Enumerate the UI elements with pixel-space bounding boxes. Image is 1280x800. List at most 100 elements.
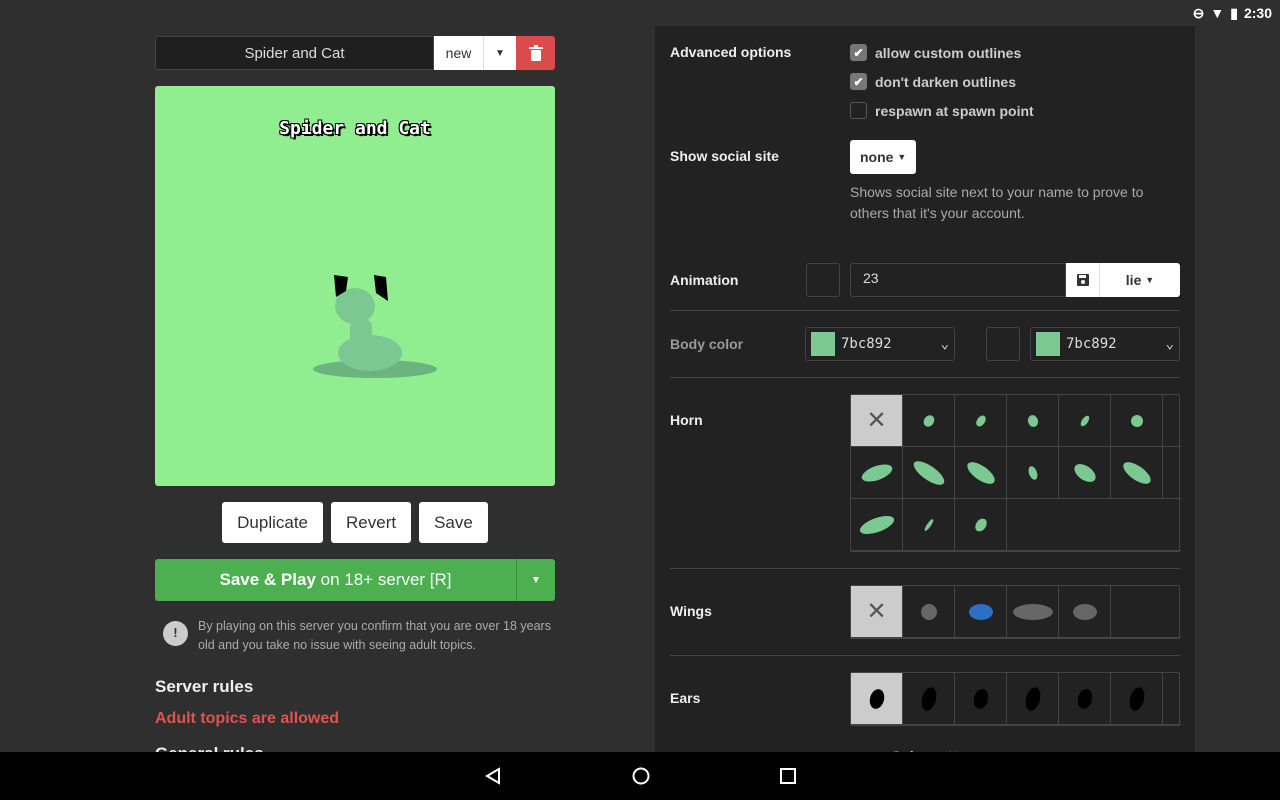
- ears-thumbnail: [973, 688, 988, 709]
- animation-input[interactable]: 23: [850, 263, 1066, 297]
- social-site-help: Shows social site next to your name to p…: [850, 184, 1144, 221]
- horn-thumbnail: [1027, 414, 1038, 427]
- horn-thumbnail: [974, 518, 987, 531]
- checkbox[interactable]: [850, 102, 867, 119]
- wings-option[interactable]: [903, 586, 955, 638]
- horn-option[interactable]: [903, 499, 955, 551]
- horn-option[interactable]: [851, 447, 903, 499]
- outline-toggle[interactable]: [986, 327, 1020, 361]
- horn-thumbnail: [1130, 414, 1143, 427]
- back-icon[interactable]: [484, 767, 502, 785]
- horn-option[interactable]: [903, 395, 955, 447]
- server-dropdown-button[interactable]: ▼: [516, 559, 555, 601]
- wifi-icon: ▼: [1210, 5, 1225, 21]
- pony-preview: Spider and Cat: [155, 86, 555, 486]
- horn-thumbnail: [861, 463, 892, 482]
- social-site-value: none: [860, 149, 894, 165]
- option-checkbox[interactable]: ✔ allow custom outlines: [850, 38, 1034, 67]
- empty-cell: [1111, 586, 1163, 638]
- pony-name-input[interactable]: Spider and Cat: [155, 36, 434, 70]
- save-animation-button[interactable]: [1066, 263, 1100, 297]
- social-site-dropdown[interactable]: none ▼: [850, 140, 916, 174]
- wings-label: Wings: [670, 603, 712, 619]
- horn-option[interactable]: [955, 499, 1007, 551]
- horn-option[interactable]: [1059, 447, 1111, 499]
- body-outline-color-picker[interactable]: 7bc892 ⌄: [1030, 327, 1180, 361]
- horn-option[interactable]: [851, 499, 903, 551]
- ears-option[interactable]: [1007, 673, 1059, 725]
- horn-thumbnail: [1080, 415, 1089, 426]
- horn-option[interactable]: [1111, 447, 1163, 499]
- play-label-bold: Save & Play: [219, 570, 316, 589]
- advanced-options-label: Advanced options: [670, 44, 792, 60]
- horn-option[interactable]: [955, 395, 1007, 447]
- new-button[interactable]: new: [434, 36, 484, 70]
- option-checkbox[interactable]: ✔ don't darken outlines: [850, 67, 1034, 96]
- ears-option[interactable]: [1059, 673, 1111, 725]
- delete-button[interactable]: [516, 36, 555, 70]
- ears-option[interactable]: [1111, 673, 1163, 725]
- ears-label: Ears: [670, 690, 701, 706]
- wings-option[interactable]: [1007, 586, 1059, 638]
- none-option[interactable]: ✕: [851, 395, 903, 447]
- animation-label: Animation: [670, 272, 739, 288]
- ears-thumbnail: [1077, 688, 1092, 709]
- wings-thumbnail: [920, 603, 937, 620]
- social-site-label: Show social site: [670, 148, 779, 164]
- body-color-picker[interactable]: 7bc892 ⌄: [805, 327, 955, 361]
- status-bar: ⊖ ▼ ▮ 2:30: [1193, 0, 1280, 26]
- exclamation-icon: !: [163, 621, 188, 646]
- outline-color-value: 7bc892: [1066, 336, 1117, 352]
- pony-dropdown-button[interactable]: ▼: [484, 36, 516, 70]
- duplicate-button[interactable]: Duplicate: [222, 502, 324, 543]
- wings-option[interactable]: [1059, 586, 1111, 638]
- scroll-gutter: [1163, 395, 1181, 447]
- ears-option[interactable]: [851, 673, 903, 725]
- recents-icon[interactable]: [780, 768, 796, 784]
- option-checkbox[interactable]: respawn at spawn point: [850, 96, 1034, 125]
- option-label: don't darken outlines: [875, 73, 1017, 90]
- pony-selector: Spider and Cat new ▼: [155, 36, 555, 70]
- age-notice: By playing on this server you confirm th…: [198, 619, 551, 652]
- horn-label: Horn: [670, 412, 703, 428]
- revert-button[interactable]: Revert: [331, 502, 412, 543]
- clock: 2:30: [1243, 5, 1272, 21]
- wings-thumbnail: [968, 603, 993, 620]
- wings-option[interactable]: [955, 586, 1007, 638]
- settings-panel: Advanced options ✔ allow custom outlines ✔…: [655, 26, 1195, 764]
- color-swatch: [811, 332, 835, 356]
- ears-thumbnail: [1025, 686, 1040, 711]
- scroll-gutter: [1163, 673, 1181, 725]
- save-and-play-button[interactable]: Save & Play on 18+ server [R]: [155, 559, 516, 601]
- body-color-label: Body color: [670, 336, 744, 352]
- pony-sprite: [313, 275, 437, 378]
- horn-option[interactable]: [955, 447, 1007, 499]
- ears-option[interactable]: [903, 673, 955, 725]
- animation-mode-value: lie: [1125, 272, 1142, 288]
- scroll-gutter: [1163, 586, 1181, 638]
- horn-option[interactable]: [1059, 395, 1111, 447]
- horn-thumbnail: [1122, 461, 1151, 484]
- play-label-server: on 18+ server [R]: [315, 570, 452, 589]
- checkbox[interactable]: ✔: [850, 44, 867, 61]
- adult-topics-notice: Adult topics are allowed: [155, 710, 340, 727]
- empty-cell: [1059, 499, 1111, 551]
- horn-option[interactable]: [1111, 395, 1163, 447]
- horn-thumbnail: [913, 460, 944, 485]
- horn-option[interactable]: [903, 447, 955, 499]
- none-option[interactable]: ✕: [851, 586, 903, 638]
- ears-grid: [850, 672, 1181, 726]
- body-color-value: 7bc892: [841, 336, 892, 352]
- horn-thumbnail: [923, 414, 934, 427]
- save-button[interactable]: Save: [419, 502, 488, 543]
- option-label: allow custom outlines: [875, 44, 1022, 61]
- animation-mode-dropdown[interactable]: lie ▼: [1100, 263, 1180, 297]
- ears-option[interactable]: [955, 673, 1007, 725]
- home-icon[interactable]: [632, 767, 650, 785]
- wings-thumbnail: [1072, 603, 1097, 620]
- option-label: respawn at spawn point: [875, 102, 1034, 119]
- horn-option[interactable]: [1007, 395, 1059, 447]
- checkbox[interactable]: ✔: [850, 73, 867, 90]
- horn-option[interactable]: [1007, 447, 1059, 499]
- server-rules-heading: Server rules: [155, 677, 254, 696]
